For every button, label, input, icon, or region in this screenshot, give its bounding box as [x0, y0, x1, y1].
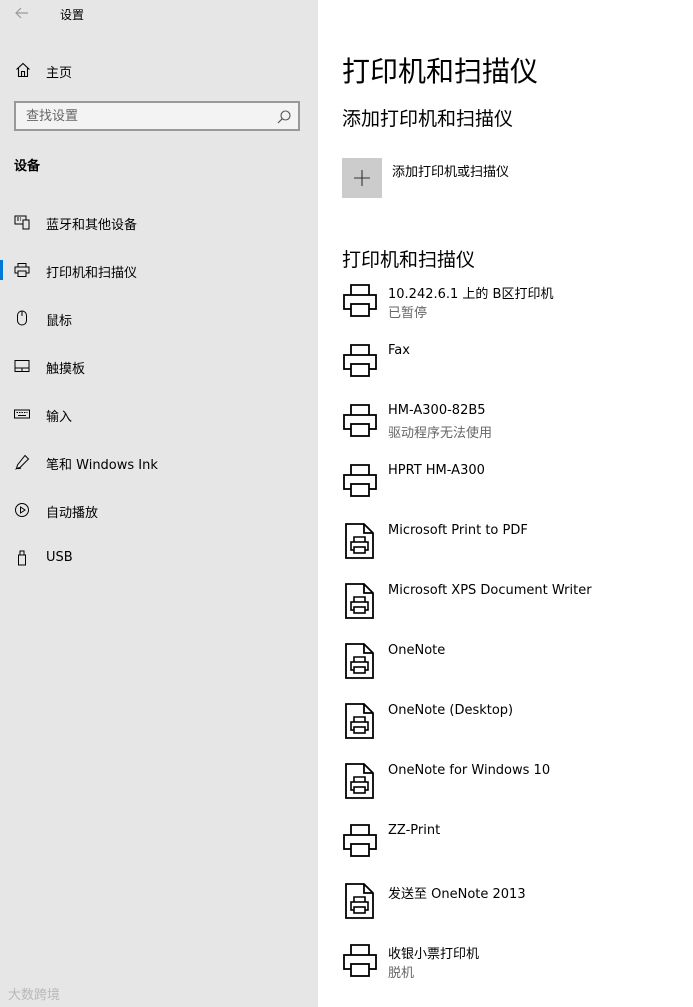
sidebar-item-typing[interactable]: 输入: [0, 394, 318, 434]
watermark: 大数跨境: [8, 988, 61, 1003]
device-item[interactable]: ZZ-Print: [342, 821, 672, 869]
sidebar-item-label: 笔和 Windows Ink: [46, 458, 158, 473]
device-status: 已暂停: [388, 306, 428, 321]
device-name: HM-A300-82B5: [388, 403, 486, 418]
document-printer-icon: [345, 583, 374, 619]
sidebar-item-label: 鼠标: [46, 314, 73, 329]
pen-icon: [15, 454, 30, 470]
device-name: HPRT HM-A300: [388, 463, 485, 478]
device-item[interactable]: Microsoft Print to PDF: [342, 521, 672, 569]
sidebar: 设置 主页 设备 蓝牙和其他设备 打印机和扫描仪: [0, 0, 318, 1007]
section-header-devices: 设备: [14, 159, 41, 174]
document-printer-icon: [345, 703, 374, 739]
back-arrow-icon: [15, 7, 28, 19]
document-printer-icon: [345, 643, 374, 679]
device-item[interactable]: HM-A300-82B5 驱动程序无法使用: [342, 401, 672, 449]
device-item[interactable]: OneNote for Windows 10: [342, 761, 672, 809]
page-title: 打印机和扫描仪: [342, 55, 539, 88]
printer-icon: [343, 824, 377, 857]
bluetooth-devices-icon: [14, 215, 30, 230]
sidebar-item-label: USB: [46, 550, 73, 565]
device-name: 收银小票打印机: [388, 947, 480, 962]
keyboard-icon: [14, 409, 30, 419]
device-item[interactable]: Fax: [342, 341, 672, 389]
home-label: 主页: [46, 66, 73, 81]
search-icon[interactable]: [276, 109, 292, 125]
device-name: OneNote (Desktop): [388, 703, 514, 718]
printer-icon: [14, 263, 30, 277]
sidebar-item-label: 输入: [46, 410, 73, 425]
device-name: 发送至 OneNote 2013: [388, 887, 526, 902]
autoplay-icon: [15, 503, 29, 517]
add-printer-label: 添加打印机或扫描仪: [392, 165, 510, 180]
device-item[interactable]: OneNote: [342, 641, 672, 689]
printer-icon: [343, 464, 377, 497]
device-item[interactable]: OneNote (Desktop): [342, 701, 672, 749]
sidebar-item-bluetooth[interactable]: 蓝牙和其他设备: [0, 202, 318, 242]
device-name: OneNote for Windows 10: [388, 763, 551, 778]
app-title: 设置: [60, 8, 85, 22]
device-item[interactable]: HPRT HM-A300: [342, 461, 672, 509]
sidebar-home[interactable]: 主页: [0, 56, 318, 84]
mouse-icon: [17, 310, 27, 326]
device-item[interactable]: Microsoft XPS Document Writer: [342, 581, 672, 629]
search-box[interactable]: [14, 101, 300, 131]
device-item[interactable]: 10.242.6.1 上的 B区打印机 已暂停: [342, 281, 672, 329]
printer-icon: [343, 344, 377, 377]
device-name: OneNote: [388, 643, 446, 658]
device-item[interactable]: 发送至 OneNote 2013: [342, 881, 672, 929]
plus-icon: [354, 170, 370, 186]
sidebar-item-autoplay[interactable]: 自动播放: [0, 490, 318, 530]
sidebar-item-label: 触摸板: [46, 362, 86, 377]
sidebar-item-label: 打印机和扫描仪: [46, 266, 138, 281]
search-input[interactable]: [16, 103, 276, 129]
printer-icon: [343, 944, 377, 977]
device-name: ZZ-Print: [388, 823, 441, 838]
usb-icon: [18, 550, 26, 566]
sidebar-item-usb[interactable]: USB: [0, 538, 318, 578]
sidebar-item-label: 蓝牙和其他设备: [46, 218, 138, 233]
sidebar-item-touchpad[interactable]: 触摸板: [0, 346, 318, 386]
sidebar-item-mouse[interactable]: 鼠标: [0, 298, 318, 338]
document-printer-icon: [345, 883, 374, 919]
add-section-title: 添加打印机和扫描仪: [342, 108, 514, 130]
back-button[interactable]: [10, 3, 34, 23]
sidebar-item-printers[interactable]: 打印机和扫描仪: [0, 250, 318, 290]
add-tile: [342, 158, 382, 198]
device-item[interactable]: 收银小票打印机 脱机: [342, 941, 672, 989]
device-status: 驱动程序无法使用: [388, 426, 493, 441]
printer-icon: [343, 284, 377, 317]
device-status: 脱机: [388, 966, 415, 981]
printer-icon: [343, 404, 377, 437]
add-printer-button[interactable]: 添加打印机或扫描仪: [342, 158, 672, 200]
touchpad-icon: [14, 360, 30, 372]
main-content: 打印机和扫描仪 添加打印机和扫描仪 添加打印机或扫描仪 打印机和扫描仪 10.2…: [318, 0, 693, 1007]
printers-section-title: 打印机和扫描仪: [342, 249, 476, 271]
device-name: 10.242.6.1 上的 B区打印机: [388, 287, 554, 302]
device-name: Microsoft Print to PDF: [388, 523, 528, 538]
sidebar-item-label: 自动播放: [46, 506, 99, 521]
device-name: Fax: [388, 343, 410, 358]
sidebar-item-pen[interactable]: 笔和 Windows Ink: [0, 442, 318, 482]
active-indicator: [0, 260, 3, 280]
document-printer-icon: [345, 523, 374, 559]
device-name: Microsoft XPS Document Writer: [388, 583, 592, 598]
document-printer-icon: [345, 763, 374, 799]
home-icon: [16, 62, 30, 78]
